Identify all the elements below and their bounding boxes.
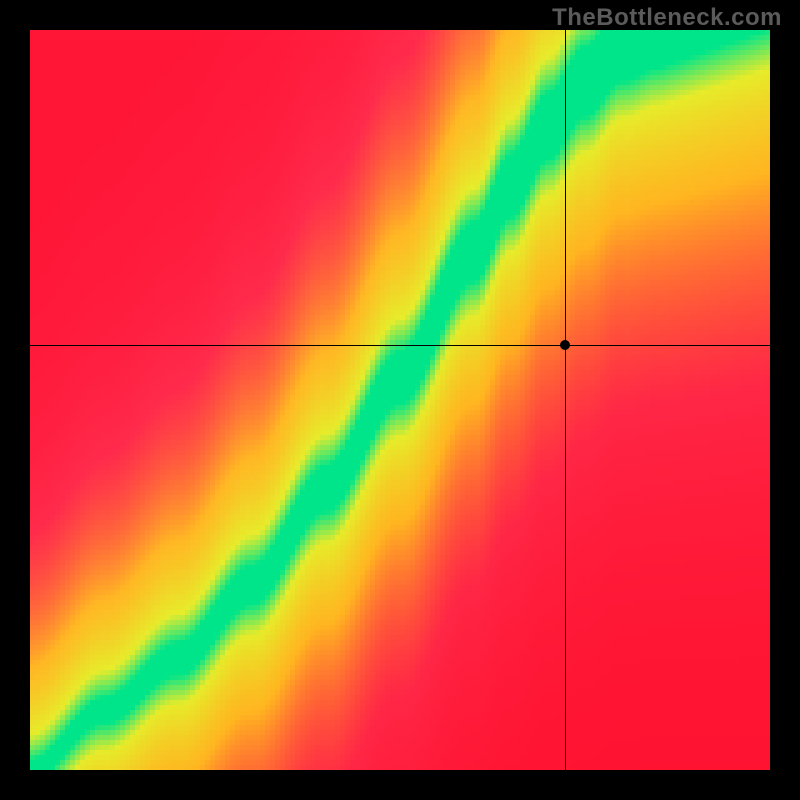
heatmap-canvas	[30, 30, 770, 770]
chart-frame: TheBottleneck.com	[0, 0, 800, 800]
selected-point-marker	[560, 340, 570, 350]
heatmap-plot	[30, 30, 770, 770]
watermark-text: TheBottleneck.com	[552, 4, 782, 32]
crosshair-vertical	[565, 30, 566, 770]
crosshair-horizontal	[30, 345, 770, 346]
